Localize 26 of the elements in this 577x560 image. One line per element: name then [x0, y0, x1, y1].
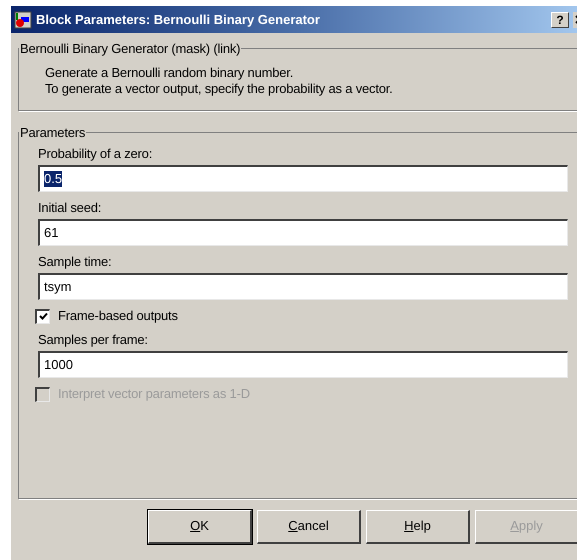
dialog-button[interactable]: Cancel: [257, 510, 361, 544]
group-title: Parameters: [19, 124, 86, 142]
field-label: Sample time:: [38, 254, 112, 270]
checkbox[interactable]: [35, 308, 50, 324]
dialog-button[interactable]: OK: [148, 510, 252, 544]
help-button[interactable]: ?: [551, 12, 569, 28]
field-label: Probability of a zero:: [38, 146, 154, 162]
input-field[interactable]: tsym: [38, 273, 568, 300]
field-label: Samples per frame:: [38, 332, 149, 348]
input-field[interactable]: 61: [38, 219, 568, 246]
description-text: Generate a Bernoulli random binary number.: [45, 64, 294, 80]
field-value: 0.5: [44, 171, 62, 187]
field-value: tsym: [44, 279, 72, 295]
dialog-button[interactable]: Help: [366, 510, 470, 544]
field-value: 61: [44, 225, 58, 241]
window-title: Block Parameters: Bernoulli Binary Generator: [36, 12, 321, 28]
field-label: Initial seed:: [38, 200, 102, 216]
app-icon: [14, 10, 32, 28]
group-title: Bernoulli Binary Generator (mask) (link): [19, 40, 242, 58]
checkmark-icon: [38, 312, 48, 321]
checkbox-label: Interpret vector parameters as 1-D: [58, 386, 250, 402]
input-field[interactable]: 0.5: [38, 165, 568, 192]
description-text: To generate a vector output, specify the probability as a vector.: [45, 80, 394, 96]
input-field[interactable]: 1000: [38, 351, 568, 378]
field-value: 1000: [44, 357, 73, 373]
checkbox-label: Frame-based outputs: [58, 308, 178, 324]
